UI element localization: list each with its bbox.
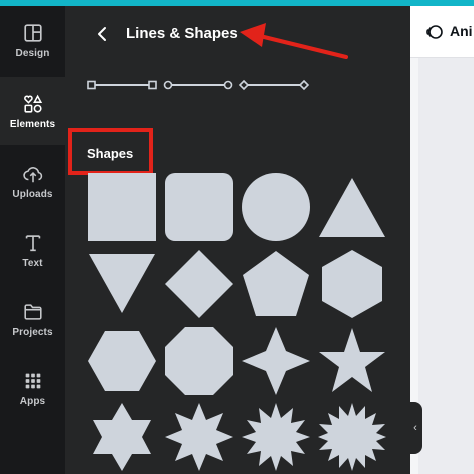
apps-grid-icon — [25, 373, 40, 388]
folder-icon — [23, 303, 42, 320]
shape-triangle[interactable] — [317, 172, 387, 242]
sidebar-item-design[interactable]: Design — [0, 6, 65, 74]
annotation-arrow — [240, 23, 348, 59]
shape-sixteen-point-burst[interactable] — [317, 402, 387, 472]
panel-title: Lines & Shapes — [126, 25, 238, 42]
shape-hexagon-flat[interactable] — [87, 326, 157, 396]
shape-diamond[interactable] — [164, 249, 234, 319]
animate-icon[interactable] — [424, 22, 444, 42]
sidebar-item-label: Elements — [9, 118, 56, 130]
sidebar-item-label: Text — [22, 257, 43, 269]
sidebar-item-elements[interactable]: Elements — [0, 77, 65, 145]
cloud-upload-icon — [22, 166, 42, 182]
line-diamond-ends[interactable] — [238, 78, 310, 92]
sidebar-item-label: Projects — [12, 326, 53, 338]
shape-octagon[interactable] — [164, 326, 234, 396]
chevron-left-icon: ‹ — [413, 422, 417, 434]
sidebar-rail: Design Elements Uploads Text Projects Ap… — [0, 6, 65, 474]
shape-circle[interactable] — [241, 172, 311, 242]
sidebar-item-projects[interactable]: Projects — [0, 285, 65, 353]
sidebar-item-label: Uploads — [12, 188, 53, 200]
annotation-highlight-box — [68, 128, 153, 175]
shape-inverted-triangle[interactable] — [87, 249, 157, 319]
shape-five-point-star[interactable] — [317, 326, 387, 396]
line-circle-ends[interactable] — [162, 78, 234, 92]
sidebar-item-text[interactable]: Text — [0, 216, 65, 284]
text-icon — [25, 234, 40, 251]
shape-twelve-point-burst[interactable] — [241, 402, 311, 472]
layout-icon — [23, 23, 42, 42]
shape-eight-point-star[interactable] — [164, 402, 234, 472]
line-square-ends[interactable] — [86, 78, 158, 92]
shape-hexagon[interactable] — [317, 249, 387, 319]
sidebar-item-label: Apps — [19, 395, 46, 407]
animate-button[interactable]: Ani — [450, 23, 473, 39]
sidebar-item-uploads[interactable]: Uploads — [0, 147, 65, 215]
shape-rounded-square[interactable] — [164, 172, 234, 242]
elements-icon — [23, 94, 42, 113]
shape-square[interactable] — [87, 172, 157, 242]
sidebar-item-label: Design — [15, 47, 50, 59]
sidebar-item-apps[interactable]: Apps — [0, 354, 65, 422]
collapse-panel-button[interactable]: ‹ — [408, 402, 422, 454]
editor-toolbar: Ani — [410, 6, 474, 58]
shape-six-point-star[interactable] — [87, 402, 157, 472]
shape-four-point-star[interactable] — [241, 326, 311, 396]
shape-pentagon[interactable] — [241, 249, 311, 319]
back-chevron-icon[interactable] — [92, 24, 112, 44]
